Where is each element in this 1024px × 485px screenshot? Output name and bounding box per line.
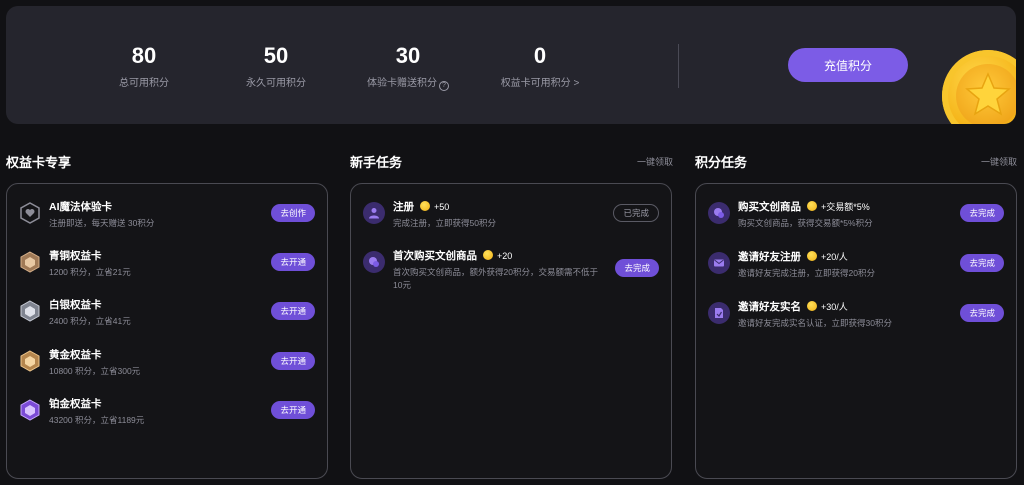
item-desc: 购买文创商品，获得交易额*5%积分 [738, 218, 873, 228]
item-title: 铂金权益卡 [49, 398, 102, 410]
newbie-section-title: 新手任务 [350, 155, 403, 170]
item-title-wrap: 首次购买文创商品 +20 [393, 249, 512, 263]
item-desc-line: 10元 [393, 280, 411, 290]
stat-card-points[interactable]: 0 权益卡可用积分 > [480, 43, 600, 90]
stat-label: 体验卡赠送积分 [367, 78, 437, 89]
activate-button[interactable]: 去开通 [271, 253, 315, 271]
coin-icon [483, 250, 493, 260]
item-desc: 2400 积分，立省41元 [49, 316, 131, 326]
item-title-wrap: 邀请好友注册 +20/人 [738, 250, 848, 264]
points-section-title: 积分任务 [695, 155, 748, 170]
list-item: 首次购买文创商品 +20 首次购买文创商品，额外获得20积分，交易额需不低于 10元… [363, 249, 659, 305]
complete-button[interactable]: 去完成 [960, 204, 1004, 222]
list-item: 青铜权益卡 1200 积分，立省21元 去开通 [19, 249, 315, 289]
list-item: 购买文创商品 +交易额*5% 购买文创商品，获得交易额*5%积分 去完成 [708, 200, 1004, 240]
item-desc: 邀请好友完成实名认证，立即获得30积分 [738, 318, 892, 328]
item-title: 首次购买文创商品 [393, 250, 477, 262]
coin-star-icon [942, 50, 1016, 124]
list-item: 铂金权益卡 43200 积分，立省1189元 去开通 [19, 397, 315, 437]
item-desc: 注册即送，每天赠送 30积分 [49, 218, 155, 228]
item-title: 购买文创商品 [738, 201, 801, 213]
stat-value: 30 [395, 43, 421, 68]
user-icon [363, 202, 385, 224]
stat-total-points: 80 总可用积分 [84, 43, 204, 90]
hexagon-heart-icon [19, 202, 41, 224]
item-desc: 10800 积分，立省300元 [49, 366, 141, 376]
stat-value: 0 [533, 43, 547, 68]
item-desc: 完成注册，立即获得50积分 [393, 218, 496, 228]
item-reward: +20/人 [821, 252, 848, 262]
list-item: 白银权益卡 2400 积分，立省41元 去开通 [19, 298, 315, 338]
list-item: 邀请好友实名 +30/人 邀请好友完成实名认证，立即获得30积分 去完成 [708, 300, 1004, 340]
claim-all-link[interactable]: 一键领取 [637, 155, 673, 168]
stat-value: 80 [131, 43, 157, 68]
list-item: 黄金权益卡 10800 积分，立省300元 去开通 [19, 348, 315, 388]
stat-label: 权益卡可用积分 > [500, 78, 580, 89]
item-desc-line: 首次购买文创商品，额外获得20积分，交易额需不低于 [393, 267, 598, 277]
silver-card-icon [19, 300, 41, 322]
bronze-card-icon [19, 251, 41, 273]
membership-panel: AI魔法体验卡 注册即送，每天赠送 30积分 去创作 青铜权益卡 1200 积分… [6, 183, 328, 479]
item-desc: 43200 积分，立省1189元 [49, 415, 145, 425]
coin-icon [807, 251, 817, 261]
gold-card-icon [19, 350, 41, 372]
coin-icon [807, 301, 817, 311]
create-button[interactable]: 去创作 [271, 204, 315, 222]
mail-icon [708, 252, 730, 274]
item-title: 邀请好友实名 [738, 301, 801, 313]
activate-button[interactable]: 去开通 [271, 401, 315, 419]
item-title: AI魔法体验卡 [49, 201, 112, 213]
divider [678, 44, 679, 88]
item-reward: +30/人 [821, 302, 848, 312]
item-reward: +交易额*5% [821, 202, 870, 212]
stat-permanent-points: 50 永久可用积分 [216, 43, 336, 90]
points-panel: 购买文创商品 +交易额*5% 购买文创商品，获得交易额*5%积分 去完成 邀请好友… [695, 183, 1017, 479]
item-title: 黄金权益卡 [49, 349, 102, 361]
item-title-wrap: 注册 +50 [393, 200, 449, 214]
activate-button[interactable]: 去开通 [271, 302, 315, 320]
newbie-panel: 注册 +50 完成注册，立即获得50积分 已完成 首次购买文创商品 +20 首次购买… [350, 183, 672, 479]
stat-trial-points: 30 体验卡赠送积分? [348, 44, 468, 91]
item-desc: 首次购买文创商品，额外获得20积分，交易额需不低于 10元 [393, 266, 598, 292]
claim-all-link[interactable]: 一键领取 [981, 155, 1017, 168]
complete-button[interactable]: 去完成 [960, 304, 1004, 322]
chat-icon [708, 202, 730, 224]
item-reward: +50 [434, 202, 450, 212]
list-item: AI魔法体验卡 注册即送，每天赠送 30积分 去创作 [19, 200, 315, 240]
membership-section-title: 权益卡专享 [6, 155, 72, 170]
stat-label: 总可用积分 [119, 78, 169, 89]
platinum-card-icon [19, 399, 41, 421]
item-title-wrap: 购买文创商品 +交易额*5% [738, 200, 870, 214]
stat-label-wrap: 体验卡赠送积分? [348, 74, 468, 91]
item-title: 邀请好友注册 [738, 251, 801, 263]
list-item: 注册 +50 完成注册，立即获得50积分 已完成 [363, 200, 659, 240]
complete-button[interactable]: 去完成 [960, 254, 1004, 272]
item-desc: 1200 积分，立省21元 [49, 267, 131, 277]
points-summary-bar: 80 总可用积分 50 永久可用积分 30 体验卡赠送积分? 0 权益卡可用积分… [6, 6, 1016, 124]
stat-label: 永久可用积分 [246, 78, 306, 89]
completed-button[interactable]: 已完成 [613, 204, 659, 222]
stat-value: 50 [263, 43, 289, 68]
document-icon [708, 302, 730, 324]
item-title-wrap: 邀请好友实名 +30/人 [738, 300, 848, 314]
item-title: 注册 [393, 201, 414, 213]
list-item: 邀请好友注册 +20/人 邀请好友完成注册，立即获得20积分 去完成 [708, 250, 1004, 290]
complete-button[interactable]: 去完成 [615, 259, 659, 277]
item-desc: 邀请好友完成注册，立即获得20积分 [738, 268, 875, 278]
coin-icon [807, 201, 817, 211]
help-icon[interactable]: ? [439, 81, 449, 91]
item-title: 青铜权益卡 [49, 250, 102, 262]
item-reward: +20 [497, 251, 513, 261]
recharge-button[interactable]: 充值积分 [788, 48, 908, 82]
chat-icon [363, 251, 385, 273]
item-title: 白银权益卡 [49, 299, 102, 311]
coin-icon [420, 201, 430, 211]
activate-button[interactable]: 去开通 [271, 352, 315, 370]
